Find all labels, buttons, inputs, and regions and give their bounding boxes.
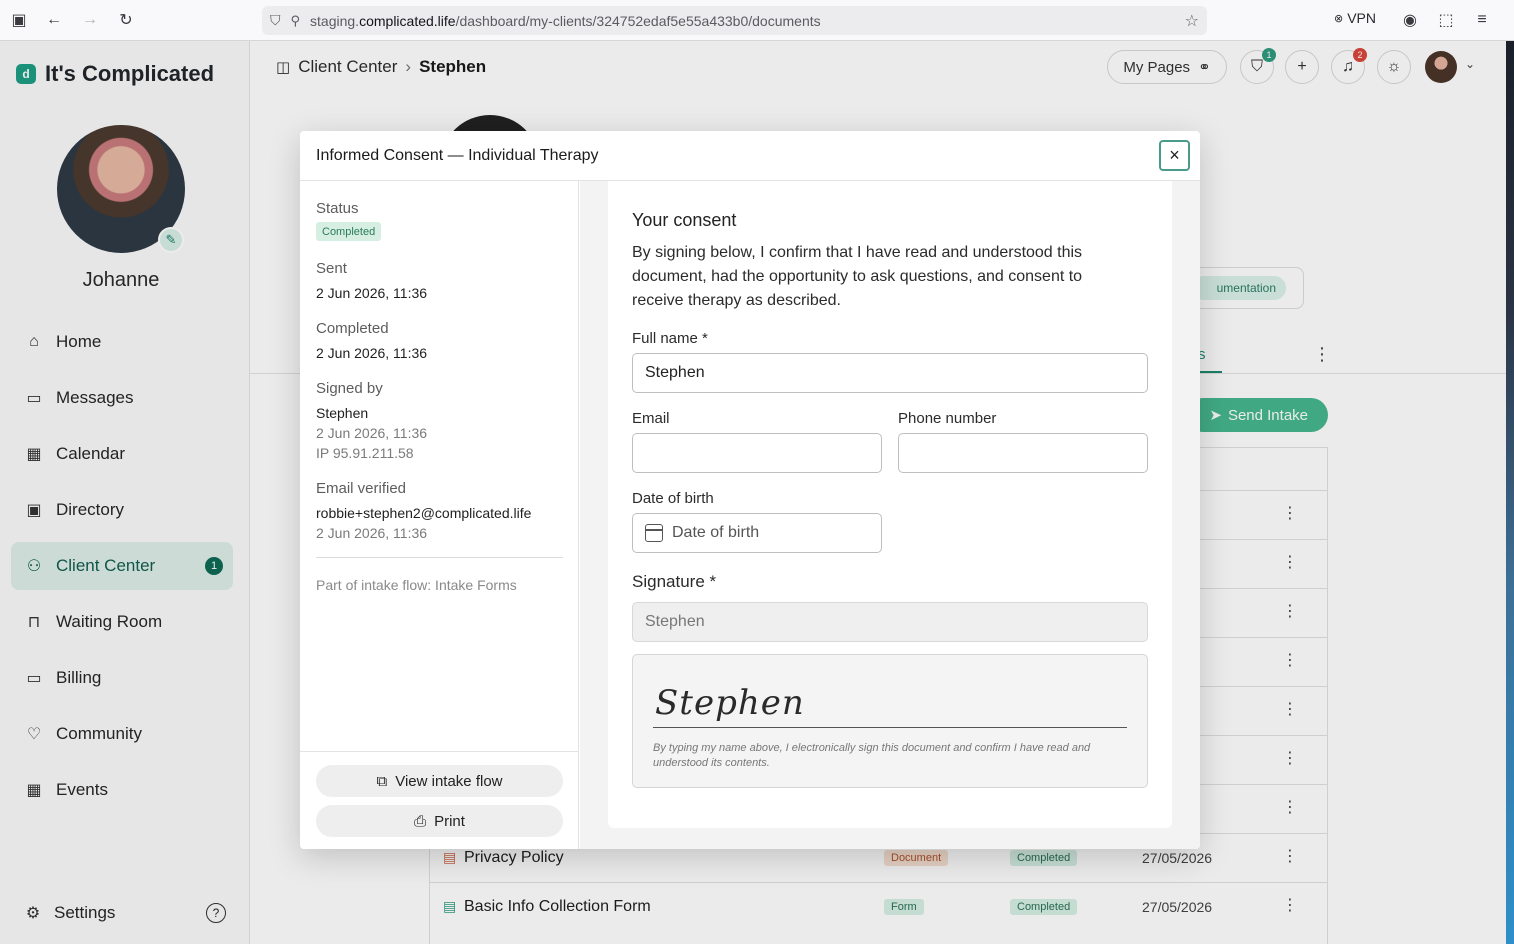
phone-label: Phone number (898, 410, 997, 427)
document-meta-panel: Status Completed Sent 2 Jun 2026, 11:36 … (300, 181, 579, 849)
bookmark-star-icon[interactable]: ☆ (1185, 11, 1199, 31)
shield-icon: ⛉ (270, 12, 281, 28)
vpn-button[interactable]: ⊗ VPN (1334, 10, 1376, 26)
url-domain: complicated.life (359, 12, 456, 29)
vpn-label: VPN (1347, 10, 1377, 26)
printer-icon: ⎙ (414, 812, 427, 830)
signature-script: Stephen (655, 683, 805, 723)
menu-icon[interactable]: ≡ (1472, 10, 1492, 30)
account-icon[interactable]: ◉ (1400, 10, 1420, 30)
status-badge: Completed (316, 222, 382, 241)
url-path: /dashboard/my-clients/324752edaf5e55a433… (455, 12, 821, 29)
view-intake-flow-button[interactable]: ⧉ View intake flow (316, 765, 563, 797)
signature-line (653, 727, 1127, 728)
form-section-title: Your consent (632, 210, 737, 230)
dob-field[interactable]: Date of birth (632, 513, 882, 553)
reload-icon[interactable]: ↻ (116, 10, 136, 30)
completed-label: Completed (316, 320, 389, 337)
signed-by-name: Stephen (316, 405, 369, 421)
modal-header: Informed Consent — Individual Therapy × (300, 131, 1200, 181)
vpn-status-icon: ⊗ (1334, 12, 1344, 25)
url-prefix: staging. (310, 12, 360, 29)
desktop-background-strip (1506, 41, 1514, 944)
signature-field: Stephen (632, 602, 1148, 642)
phone-field[interactable] (898, 433, 1148, 473)
calendar-icon (645, 524, 663, 542)
signature-label: Signature * (632, 572, 717, 591)
extensions-icon[interactable]: ⬚ (1436, 10, 1456, 30)
dob-placeholder: Date of birth (672, 524, 760, 541)
sent-label: Sent (316, 260, 347, 277)
sidebar-toggle-icon[interactable]: ▣ (9, 10, 29, 30)
forward-arrow-icon[interactable]: → (80, 10, 100, 30)
address-bar[interactable]: ⛉ ⚲ staging. complicated.life/dashboard/m… (262, 6, 1207, 35)
signed-by-label: Signed by (316, 380, 383, 397)
email-verified-value: robbie+stephen2@complicated.life (316, 505, 532, 521)
divider (316, 557, 563, 558)
full-name-label: Full name * (632, 330, 708, 347)
completed-value: 2 Jun 2026, 11:36 (316, 345, 428, 361)
external-link-icon: ⧉ (376, 772, 388, 790)
dob-label: Date of birth (632, 490, 714, 507)
signature-preview: Stephen By typing my name above, I elect… (632, 654, 1148, 788)
document-modal: Informed Consent — Individual Therapy × … (300, 131, 1200, 849)
email-verified-time: 2 Jun 2026, 11:36 (316, 525, 428, 541)
print-button[interactable]: ⎙ Print (316, 805, 563, 837)
signature-note: By typing my name above, I electronicall… (653, 742, 1091, 769)
full-name-field[interactable]: Stephen (632, 353, 1148, 393)
email-field[interactable] (632, 433, 882, 473)
site-settings-icon[interactable]: ⚲ (291, 13, 301, 29)
signed-by-ip: IP 95.91.211.58 (316, 445, 414, 461)
sent-value: 2 Jun 2026, 11:36 (316, 285, 428, 301)
close-button[interactable]: × (1159, 140, 1190, 171)
status-label: Status (316, 200, 359, 217)
intake-flow-note: Part of intake flow: Intake Forms (316, 577, 517, 593)
consent-form: Your consent By signing below, I confirm… (608, 181, 1172, 828)
modal-title: Informed Consent — Individual Therapy (316, 147, 599, 164)
document-content-panel[interactable]: Your consent By signing below, I confirm… (580, 181, 1200, 849)
browser-toolbar: ▣ ← → ↻ ⛉ ⚲ staging. complicated.life/das… (0, 0, 1514, 41)
view-intake-flow-label: View intake flow (395, 772, 503, 790)
signed-by-time: 2 Jun 2026, 11:36 (316, 425, 428, 441)
print-label: Print (434, 812, 465, 830)
close-icon: × (1169, 145, 1180, 165)
email-label: Email (632, 410, 670, 427)
divider (300, 751, 579, 752)
back-arrow-icon[interactable]: ← (44, 10, 64, 30)
email-verified-label: Email verified (316, 480, 407, 497)
form-description: By signing below, I confirm that I have … (632, 244, 1083, 309)
